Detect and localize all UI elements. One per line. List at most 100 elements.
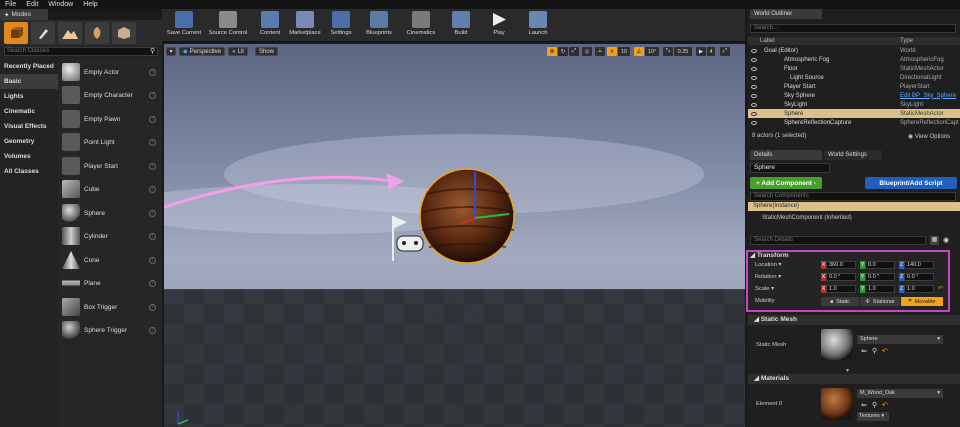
mobility-static-button[interactable]: ■ Static	[821, 297, 859, 306]
add-component-button[interactable]: + Add Component -	[750, 177, 822, 189]
build-button[interactable]: Build	[450, 10, 472, 41]
level-viewport[interactable]: ▾ ◆ Perspective ● Lit Show ✥ ↻ ⤢ ◎ ⟂ # 10 …	[164, 44, 745, 427]
category-basic[interactable]: Basic	[0, 74, 58, 89]
perspective-button[interactable]: ◆ Perspective	[179, 47, 225, 56]
search-classes-input[interactable]: Search Classes	[4, 47, 158, 56]
browse-search-icon[interactable]: ⚲	[872, 347, 877, 355]
cinematics-button[interactable]: Cinematics	[404, 10, 438, 41]
textures-dropdown[interactable]: Textures ▾	[857, 412, 889, 421]
lit-button[interactable]: ● Lit	[228, 47, 248, 56]
grid-snap-value[interactable]: 10	[618, 47, 630, 56]
outliner-row[interactable]: Player Start PlayerStart	[748, 82, 960, 91]
place-icon[interactable]	[4, 22, 28, 44]
visibility-icon[interactable]	[751, 93, 757, 98]
outliner-row[interactable]: SkyLight SkyLight	[748, 100, 960, 109]
static-mesh-thumbnail[interactable]	[821, 329, 853, 361]
help-icon[interactable]: ?	[149, 68, 156, 76]
reset-mesh-icon[interactable]: ↶	[882, 347, 888, 355]
mobility-movable-button[interactable]: ⌗ Movable	[901, 297, 943, 306]
help-icon[interactable]: ?	[149, 162, 156, 170]
rotation-snap-icon[interactable]: ∠	[634, 47, 644, 56]
list-item[interactable]: Cube?	[58, 178, 162, 200]
landscape-icon[interactable]	[58, 22, 82, 44]
list-item[interactable]: Sphere?	[58, 202, 162, 224]
help-icon[interactable]: ?	[149, 256, 156, 264]
outliner-row-selected[interactable]: Sphere StaticMeshActor	[748, 109, 960, 118]
list-item[interactable]: Player Start?	[58, 155, 162, 177]
foliage-icon[interactable]	[85, 22, 109, 44]
surface-snap-icon[interactable]: ⟂	[595, 47, 605, 56]
rotate-mode-icon[interactable]: ↻	[558, 47, 568, 56]
help-icon[interactable]: ?	[149, 232, 156, 240]
scale-label[interactable]: Scale ▾	[755, 286, 774, 292]
search-components-input[interactable]: Search Components	[750, 192, 956, 201]
list-item[interactable]: Sphere Trigger?	[58, 319, 162, 341]
settings-button[interactable]: Settings	[328, 10, 354, 41]
materials-section-header[interactable]: ◢ Materials	[748, 374, 960, 384]
menu-window[interactable]: Window	[48, 1, 73, 8]
label-column-header[interactable]: Label	[760, 38, 775, 44]
visibility-icon[interactable]	[751, 102, 757, 107]
scale-mode-icon[interactable]: ⤢	[569, 47, 579, 56]
menu-edit[interactable]: Edit	[26, 1, 38, 8]
static-mesh-component-row[interactable]: StaticMeshComponent (Inherited)	[762, 215, 852, 221]
content-button[interactable]: Content	[258, 10, 282, 41]
component-instance-row[interactable]: Sphere(Instance)	[748, 202, 960, 211]
list-item[interactable]: Point Light?	[58, 131, 162, 153]
help-icon[interactable]: ?	[149, 138, 156, 146]
search-details-input[interactable]: Search Details	[750, 236, 926, 245]
camera-speed-icon[interactable]: ▶	[696, 47, 706, 56]
visibility-icon[interactable]	[751, 120, 757, 125]
type-column-header[interactable]: Type	[900, 38, 913, 44]
list-item[interactable]: Cylinder?	[58, 225, 162, 247]
location-z-field[interactable]: 140.0	[904, 261, 934, 269]
reset-material-icon[interactable]: ↶	[882, 401, 888, 409]
transform-header[interactable]: ◢ Transform	[750, 251, 789, 259]
visibility-icon[interactable]	[751, 57, 757, 62]
rotation-label[interactable]: Rotation ▾	[755, 274, 781, 280]
list-item[interactable]: Box Trigger?	[58, 296, 162, 318]
viewport-options-button[interactable]: ▾	[166, 47, 176, 56]
use-selected-arrow-icon[interactable]: ⇐	[861, 347, 867, 355]
visibility-icon[interactable]	[751, 84, 757, 89]
outliner-row[interactable]: Sky Sphere Edit BP_Sky_Sphere	[748, 91, 960, 100]
outliner-row[interactable]: SphereReflectionCapture SphereReflectionC…	[748, 118, 960, 127]
material-dropdown[interactable]: M_Wood_Oak ▾	[857, 389, 943, 398]
category-cinematic[interactable]: Cinematic	[0, 104, 58, 119]
material-thumbnail[interactable]	[821, 388, 853, 420]
category-lights[interactable]: Lights	[0, 89, 58, 104]
maximize-viewport-icon[interactable]: ⤢	[720, 47, 730, 56]
location-label[interactable]: Location ▾	[755, 262, 781, 268]
launch-button[interactable]: Launch	[526, 10, 550, 41]
geometry-icon[interactable]	[112, 22, 136, 44]
visibility-icon[interactable]	[751, 75, 757, 80]
property-matrix-icon[interactable]: ▦	[930, 236, 939, 245]
use-selected-arrow-icon[interactable]: ⇐	[861, 401, 867, 409]
scale-z-field[interactable]: 1.0	[904, 285, 934, 293]
play-button[interactable]: Play	[488, 10, 510, 41]
scale-y-field[interactable]: 1.0	[865, 285, 895, 293]
visibility-icon[interactable]	[751, 66, 757, 71]
scale-snap-value[interactable]: 0.25	[674, 47, 692, 56]
help-icon[interactable]: ?	[149, 91, 156, 99]
visibility-icon[interactable]	[751, 48, 757, 53]
world-local-icon[interactable]: ◎	[582, 47, 592, 56]
menu-help[interactable]: Help	[83, 1, 97, 8]
paint-icon[interactable]	[31, 22, 55, 44]
expand-chevron-icon[interactable]: ▾	[846, 367, 849, 374]
blueprint-add-script-button[interactable]: Blueprint/Add Script	[865, 177, 957, 189]
reset-scale-icon[interactable]: ↶	[938, 285, 943, 292]
mobility-stationary-button[interactable]: ✣ Stationar	[860, 297, 900, 306]
outliner-row[interactable]: Floor StaticMeshActor	[748, 64, 960, 73]
scale-x-field[interactable]: 1.0	[826, 285, 856, 293]
help-icon[interactable]: ?	[149, 209, 156, 217]
help-icon[interactable]: ?	[149, 185, 156, 193]
rotation-z-field[interactable]: 0.0 °	[904, 273, 934, 281]
outliner-search-input[interactable]: Search...	[750, 24, 956, 33]
source-control-button[interactable]: Source Control	[206, 10, 250, 41]
help-icon[interactable]: ?	[149, 303, 156, 311]
visibility-icon[interactable]	[751, 111, 757, 116]
list-item[interactable]: Empty Pawn?	[58, 108, 162, 130]
camera-speed-value[interactable]: 4	[707, 47, 715, 56]
menu-file[interactable]: File	[5, 1, 16, 8]
